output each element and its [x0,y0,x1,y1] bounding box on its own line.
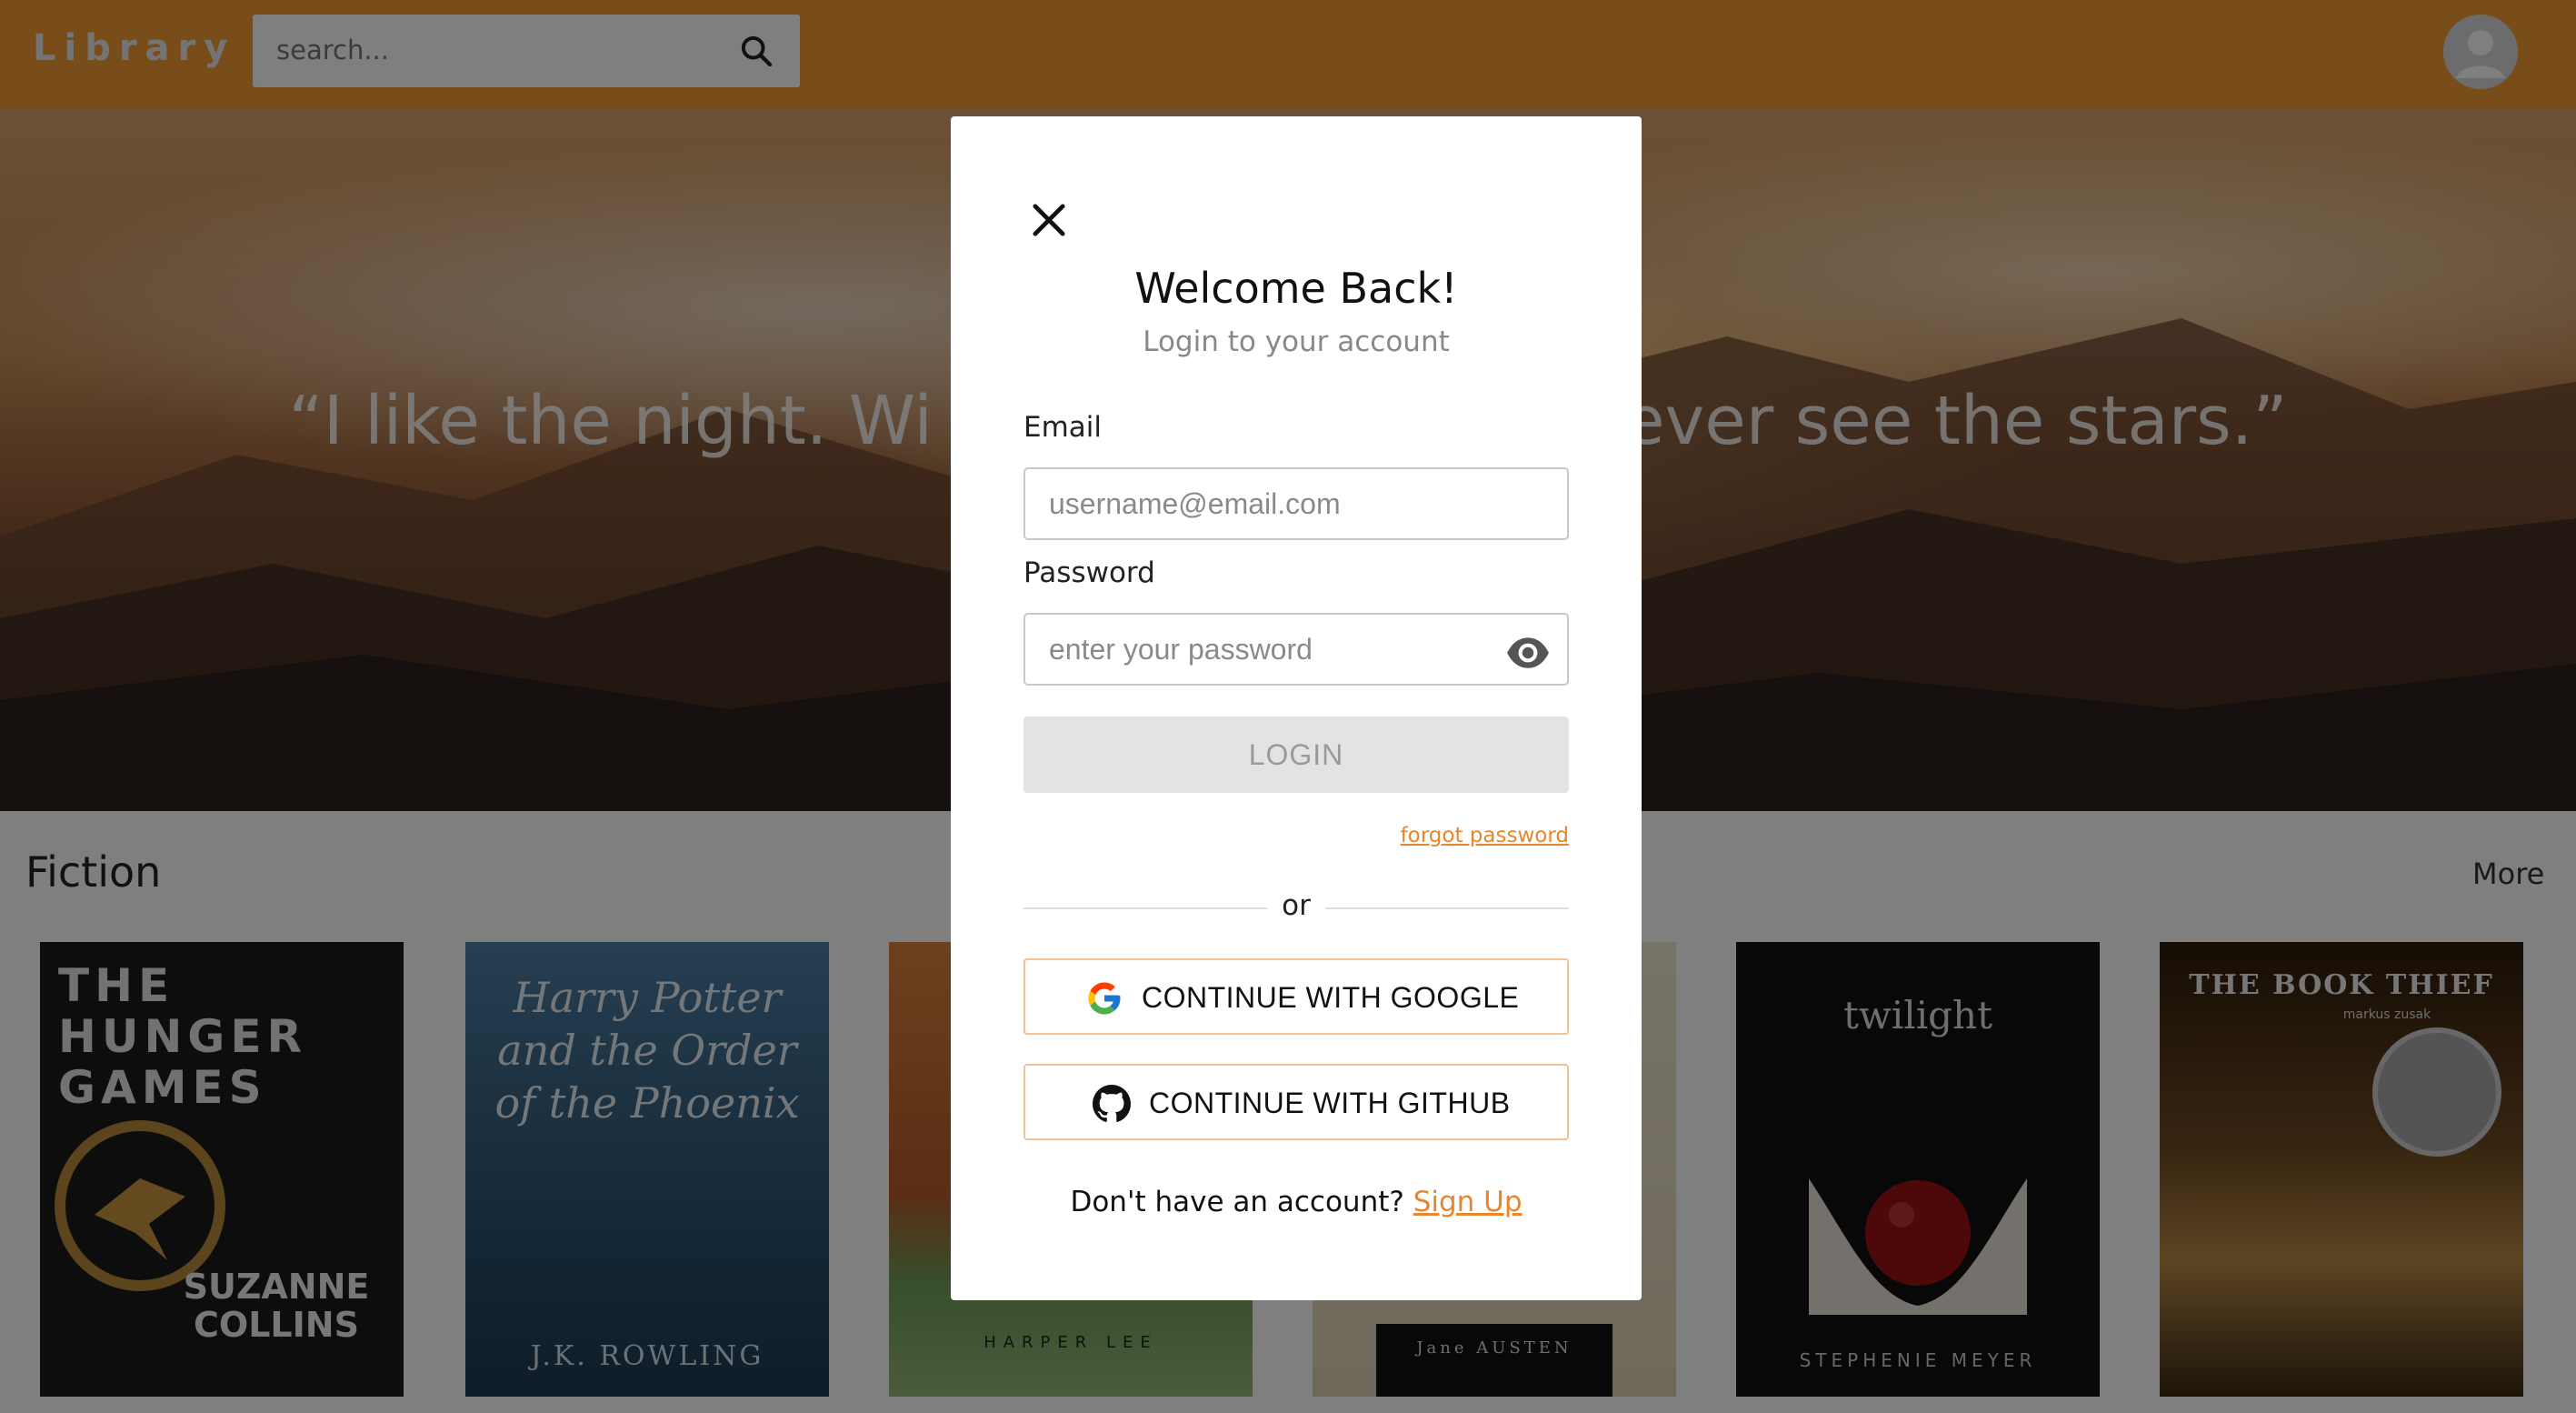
close-icon[interactable] [1025,196,1073,244]
email-field[interactable] [1023,467,1569,540]
eye-icon[interactable] [1505,630,1551,676]
or-separator: or [1282,889,1311,922]
login-modal: Welcome Back! Login to your account Emai… [951,116,1642,1300]
github-logo-icon [1093,1085,1131,1122]
modal-subtitle: Login to your account [1143,326,1450,358]
signup-row: Don't have an account? Sign Up [951,1186,1642,1218]
password-label: Password [1023,556,1155,589]
github-button-label: CONTINUE WITH GITHUB [1149,1087,1511,1119]
signup-link[interactable]: Sign Up [1413,1186,1523,1218]
login-button[interactable]: LOGIN [1023,717,1569,793]
modal-title: Welcome Back! [1134,264,1458,313]
email-label: Email [1023,411,1103,444]
forgot-password-link[interactable]: forgot password [1387,824,1569,847]
google-logo-icon [1088,982,1121,1015]
continue-with-github-button[interactable]: CONTINUE WITH GITHUB [1023,1064,1569,1140]
password-field[interactable] [1023,613,1569,686]
continue-with-google-button[interactable]: CONTINUE WITH GOOGLE [1023,958,1569,1035]
divider-right [1325,907,1569,909]
signup-prompt: Don't have an account? [1070,1186,1413,1218]
google-button-label: CONTINUE WITH GOOGLE [1142,981,1520,1014]
